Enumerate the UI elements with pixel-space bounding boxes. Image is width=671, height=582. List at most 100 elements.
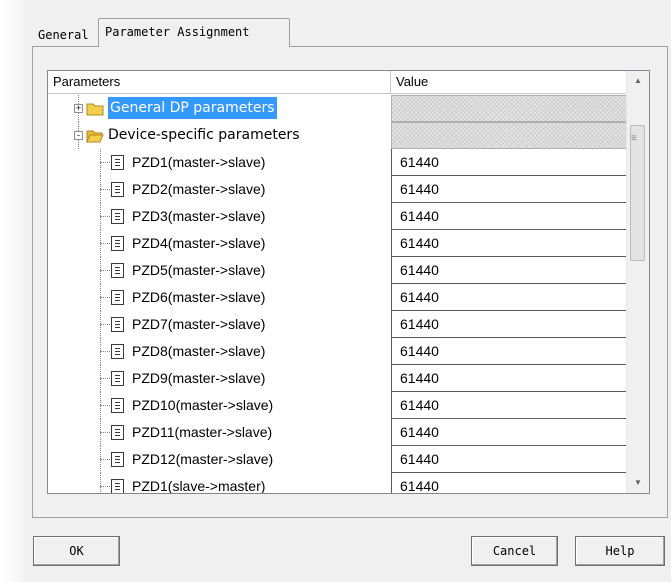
- parameter-row[interactable]: PZD2(master->slave) 61440: [48, 176, 628, 203]
- tab-parameter-assignment[interactable]: Parameter Assignment: [98, 18, 290, 47]
- ok-button[interactable]: OK: [33, 536, 120, 566]
- tree-connector-line: [100, 270, 110, 271]
- document-icon: [111, 398, 124, 413]
- tree-group-row[interactable]: + General DP parameters: [48, 95, 628, 122]
- parameter-row[interactable]: PZD1(slave->master) 61440: [48, 473, 628, 494]
- tree-connector-line: [100, 486, 110, 487]
- parameter-value-cell[interactable]: 61440: [391, 311, 628, 338]
- tree-connector-line: [100, 189, 110, 190]
- column-header-value[interactable]: Value: [391, 71, 628, 94]
- parameter-value-cell[interactable]: 61440: [391, 338, 628, 365]
- parameter-label: PZD4(master->slave): [132, 235, 266, 251]
- grip-icon: ≡: [631, 133, 637, 144]
- document-icon: [111, 452, 124, 467]
- parameter-label: PZD10(master->slave): [132, 397, 274, 413]
- parameter-value-cell[interactable]: 61440: [391, 419, 628, 446]
- scrollbar-thumb[interactable]: [630, 125, 645, 261]
- document-icon: [111, 371, 124, 386]
- parameter-label: PZD7(master->slave): [132, 316, 266, 332]
- parameter-row[interactable]: PZD9(master->slave) 61440: [48, 365, 628, 392]
- parameter-name-cell[interactable]: - Device-specific parameters: [48, 122, 391, 149]
- parameter-row[interactable]: PZD7(master->slave) 61440: [48, 311, 628, 338]
- parameter-label: PZD11(master->slave): [132, 424, 273, 440]
- parameter-name-cell[interactable]: PZD1(master->slave): [48, 149, 391, 176]
- parameter-name-cell[interactable]: PZD12(master->slave): [48, 446, 391, 473]
- parameter-value-cell[interactable]: 61440: [391, 230, 628, 257]
- parameter-row[interactable]: PZD4(master->slave) 61440: [48, 230, 628, 257]
- parameter-row[interactable]: PZD12(master->slave) 61440: [48, 446, 628, 473]
- document-icon: [111, 155, 124, 170]
- parameter-row[interactable]: PZD11(master->slave) 61440: [48, 419, 628, 446]
- parameter-value-cell[interactable]: 61440: [391, 284, 628, 311]
- document-icon: [111, 209, 124, 224]
- parameter-row[interactable]: PZD6(master->slave) 61440: [48, 284, 628, 311]
- folder-icon: [86, 103, 104, 116]
- tree-connector-line: [100, 324, 110, 325]
- tree-group-label[interactable]: General DP parameters: [108, 97, 277, 119]
- parameter-label: PZD9(master->slave): [132, 370, 266, 386]
- tree-connector-line: [100, 405, 110, 406]
- parameter-name-cell[interactable]: PZD3(master->slave): [48, 203, 391, 230]
- tree-connector-line: [100, 216, 110, 217]
- parameter-name-cell[interactable]: PZD6(master->slave): [48, 284, 391, 311]
- parameter-name-cell[interactable]: + General DP parameters: [48, 95, 391, 122]
- expand-icon[interactable]: +: [74, 104, 83, 113]
- folder-icon: [86, 130, 104, 143]
- tree-connector-line: [100, 351, 110, 352]
- parameter-row[interactable]: PZD3(master->slave) 61440: [48, 203, 628, 230]
- tree-group-row[interactable]: - Device-specific parameters: [48, 122, 628, 149]
- document-icon: [111, 182, 124, 197]
- parameter-value-cell: [391, 122, 628, 149]
- parameter-label: PZD1(slave->master): [132, 478, 266, 494]
- parameter-row[interactable]: PZD8(master->slave) 61440: [48, 338, 628, 365]
- parameter-row[interactable]: PZD10(master->slave) 61440: [48, 392, 628, 419]
- tree-connector-line: [100, 162, 110, 163]
- parameter-name-cell[interactable]: PZD2(master->slave): [48, 176, 391, 203]
- tree-connector-line: [100, 297, 110, 298]
- parameter-value-cell[interactable]: 61440: [391, 203, 628, 230]
- parameter-value-cell[interactable]: 61440: [391, 446, 628, 473]
- parameter-row[interactable]: PZD5(master->slave) 61440: [48, 257, 628, 284]
- grid-header: Parameters Value: [48, 71, 628, 95]
- document-icon: [111, 290, 124, 305]
- parameter-value-cell[interactable]: 61440: [391, 149, 628, 176]
- parameter-label: PZD1(master->slave): [132, 154, 266, 170]
- parameter-name-cell[interactable]: PZD5(master->slave): [48, 257, 391, 284]
- tree-connector-line: [100, 432, 110, 433]
- parameter-name-cell[interactable]: PZD4(master->slave): [48, 230, 391, 257]
- parameter-name-cell[interactable]: PZD9(master->slave): [48, 365, 391, 392]
- document-icon: [111, 344, 124, 359]
- parameter-label: PZD12(master->slave): [132, 451, 274, 467]
- parameter-value-cell[interactable]: 61440: [391, 257, 628, 284]
- parameter-name-cell[interactable]: PZD8(master->slave): [48, 338, 391, 365]
- parameter-value-cell[interactable]: 61440: [391, 365, 628, 392]
- column-header-parameters[interactable]: Parameters: [48, 71, 391, 94]
- parameter-name-cell[interactable]: PZD7(master->slave): [48, 311, 391, 338]
- parameter-name-cell[interactable]: PZD10(master->slave): [48, 392, 391, 419]
- parameter-label: PZD3(master->slave): [132, 208, 266, 224]
- background-strip: [0, 0, 24, 582]
- help-button[interactable]: Help: [575, 536, 665, 566]
- parameter-row[interactable]: PZD1(master->slave) 61440: [48, 149, 628, 176]
- parameter-value-cell[interactable]: 61440: [391, 392, 628, 419]
- tree-connector-line: [100, 243, 110, 244]
- vertical-scrollbar[interactable]: ▲ ≡ ▼: [626, 71, 649, 493]
- parameter-label: PZD6(master->slave): [132, 289, 266, 305]
- tree-connector-line: [100, 378, 110, 379]
- tree-group-label[interactable]: Device-specific parameters: [108, 122, 299, 149]
- document-icon: [111, 425, 124, 440]
- parameter-name-cell[interactable]: PZD1(slave->master): [48, 473, 391, 494]
- parameter-name-cell[interactable]: PZD11(master->slave): [48, 419, 391, 446]
- parameter-value-cell: [391, 95, 628, 122]
- parameter-value-cell[interactable]: 61440: [391, 176, 628, 203]
- cancel-button[interactable]: Cancel: [471, 536, 558, 566]
- properties-dialog: General Parameter Assignment Parameters …: [24, 0, 671, 582]
- tab-general[interactable]: General: [32, 24, 98, 46]
- tree-connector-line: [100, 459, 110, 460]
- arrow-down-icon[interactable]: ▼: [627, 473, 649, 493]
- collapse-icon[interactable]: -: [74, 131, 83, 140]
- arrow-up-icon[interactable]: ▲: [627, 71, 649, 91]
- tree-connector-line: [100, 473, 101, 493]
- document-icon: [111, 317, 124, 332]
- parameter-value-cell[interactable]: 61440: [391, 473, 628, 493]
